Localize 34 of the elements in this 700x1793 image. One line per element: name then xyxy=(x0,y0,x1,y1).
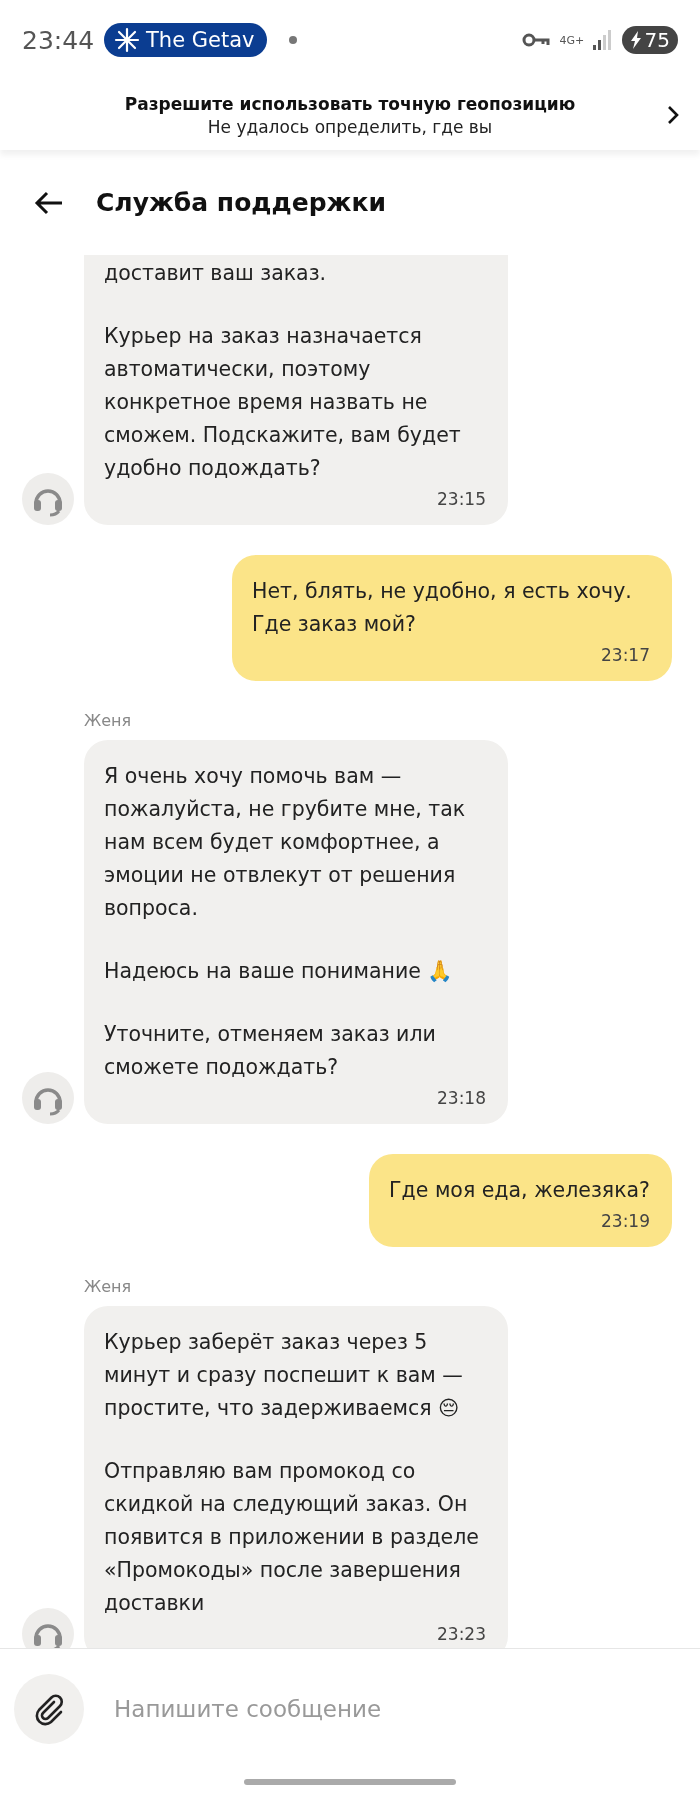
back-arrow-icon xyxy=(34,190,64,215)
message-text: Где моя еда, железяка? xyxy=(389,1177,650,1204)
key-icon xyxy=(521,32,550,48)
battery-indicator: 75 xyxy=(621,26,678,54)
notification-dot-icon xyxy=(288,36,297,44)
message-text: Курьер заберёт заказ через 5 минут и сразу поспешит к вам — простите, что задерживаемся 😔 xyxy=(104,1329,464,1422)
headset-avatar-icon xyxy=(22,1072,74,1124)
message-input[interactable]: Напишите сообщение xyxy=(112,1695,686,1723)
status-time: 23:44 xyxy=(22,25,95,55)
page-title: Служба поддержки xyxy=(96,188,386,217)
signal-icon xyxy=(591,29,612,51)
message-text: Я очень хочу помочь вам — пожалуйста, не грубите мне, так нам всем будет комфортнее, а эмоции не отвлекут от решения вопроса. xyxy=(104,763,467,922)
message-time: 23:19 xyxy=(601,1211,650,1231)
lightning-icon xyxy=(629,31,642,49)
headset-avatar-icon xyxy=(22,473,74,525)
message-text: Нет, блять, не удобно, я есть хочу. Где заказ мой? xyxy=(252,578,633,638)
sender-name: Женя xyxy=(83,1277,133,1296)
message-text: Отправляю вам промокод со скидкой на следующий заказ. Он появится в приложении в разделе «Промокоды» после завершения доставки xyxy=(104,1458,480,1617)
star-burst-icon xyxy=(114,27,141,53)
location-banner[interactable]: Разрешите использовать точную геопозицию Не удалось определить, где вы xyxy=(0,80,700,150)
chevron-right-icon xyxy=(666,104,680,126)
network-type: 4G+ xyxy=(559,34,582,46)
message-text: Курьер на заказ назначается автоматически, поэтому конкретное время назвать не сможем. Подскажите, вам будет удобно подождать? xyxy=(104,323,462,482)
sender-name: Женя xyxy=(83,711,133,730)
banner-title: Разрешите использовать точную геопозицию xyxy=(124,93,576,114)
message-time: 23:15 xyxy=(437,489,486,509)
message-text: Надеюсь на ваше понимание 🙏 xyxy=(104,958,455,985)
message-text: доставит ваш заказ. xyxy=(104,260,328,287)
notification-chip: The Getav xyxy=(104,23,267,57)
message-time: 23:23 xyxy=(437,1624,486,1644)
message-time: 23:18 xyxy=(437,1088,486,1108)
banner-subtitle: Не удалось определить, где вы xyxy=(207,116,493,137)
message-text: Уточните, отменяем заказ или сможете подождать? xyxy=(104,1021,437,1081)
message-time: 23:17 xyxy=(601,645,650,665)
